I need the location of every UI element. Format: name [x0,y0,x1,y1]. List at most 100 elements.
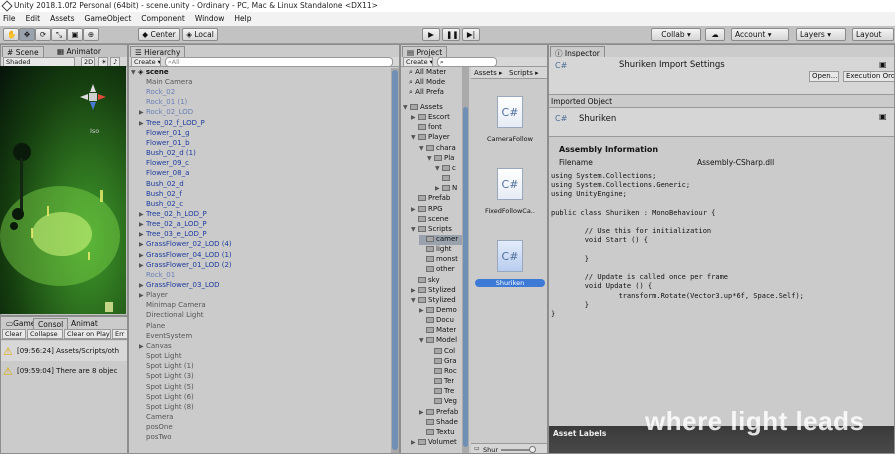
hierarchy-item[interactable]: ▶ GrassFlower_03_LOD [139,281,220,291]
project-tree-scrollbar-thumb[interactable] [463,107,468,447]
move-tool-button[interactable]: ✥ [19,28,35,41]
hierarchy-item[interactable]: ▶ GrassFlower_02_LOD (4) [139,240,232,250]
chevron-down-icon[interactable]: ▼ [403,104,410,111]
project-folder[interactable]: sky [411,276,440,286]
breadcrumb-assets[interactable]: Assets ▸ [474,69,503,77]
hierarchy-item[interactable]: ▶ Rock_02_LOD [139,108,193,118]
favorite-all-prefabs[interactable]: ⌕ All Prefa [409,88,444,98]
hierarchy-item[interactable]: EventSystem [139,332,192,342]
chevron-right-icon[interactable]: ▶ [139,252,146,259]
hierarchy-item[interactable]: posOne [139,423,173,433]
project-folder[interactable]: Col [427,347,455,357]
project-folder[interactable]: Docu [419,316,454,326]
rect-tool-button[interactable]: ▣ [67,28,83,41]
chevron-down-icon[interactable]: ▼ [411,134,418,141]
pivot-local-button[interactable]: ◈ Local [182,28,218,41]
project-create-button[interactable]: Create ▾ [403,57,433,67]
chevron-down-icon[interactable]: ▼ [435,165,442,172]
collab-button[interactable]: Collab ▾ [651,28,701,41]
hierarchy-item[interactable]: posTwo [139,433,172,443]
hierarchy-item[interactable]: Flower_09_c [139,159,189,169]
project-file-label[interactable]: FixedFollowCa.. [475,207,545,215]
favorite-all-materials[interactable]: ⌕ All Mater [409,68,446,78]
menu-window[interactable]: Window [195,14,225,26]
project-folder[interactable]: ▼ Stylized [411,296,456,306]
project-folder[interactable]: scene [411,215,449,225]
chevron-right-icon[interactable]: ▶ [411,439,418,446]
hierarchy-item[interactable]: ▶ Tree_03_e_LOD_P [139,230,207,240]
scale-tool-button[interactable]: ⤡ [51,28,67,41]
hierarchy-create-button[interactable]: Create ▾ [131,57,161,67]
project-folder[interactable]: ▼ chara [419,144,456,154]
hierarchy-item[interactable]: ▶ GrassFlower_01_LOD (2) [139,261,232,271]
hierarchy-item[interactable]: Spot Light [139,352,182,362]
scene-root[interactable]: ▼ ◈ scene [131,68,169,78]
hierarchy-item[interactable]: Spot Light (1) [139,362,194,372]
project-folder[interactable]: ▶ Demo [419,306,457,316]
chevron-right-icon[interactable]: ▶ [139,109,146,116]
hierarchy-item[interactable]: Minimap Camera [139,301,206,311]
console-message-row[interactable]: ⚠ [09:56:24] Assets/Scripts/oth [1,341,127,361]
tab-console[interactable]: Consol [33,318,69,329]
hierarchy-item[interactable]: Bush_02_f [139,190,182,200]
transform-tool-button[interactable]: ⊕ [83,28,99,41]
collapse-button[interactable]: Collapse [27,329,63,339]
project-folder[interactable]: Textu [419,428,455,438]
csharp-file-icon[interactable]: C# [497,96,523,128]
hierarchy-item[interactable]: Flower_01_b [139,139,190,149]
project-folder[interactable]: ▼ Scripts [411,225,452,235]
scene-gizmo[interactable] [78,82,108,112]
hierarchy-item[interactable]: ▶ Player [139,291,168,301]
project-folder[interactable]: ▶ RPG [411,205,443,215]
tab-inspector[interactable]: ⓘ Inspector [550,46,605,58]
tab-hierarchy[interactable]: ☰ Hierarchy [130,46,186,57]
project-folder[interactable]: Tre [427,387,454,397]
chevron-right-icon[interactable]: ▶ [139,241,146,248]
layers-dropdown[interactable]: Layers ▾ [796,28,846,41]
help-icon[interactable]: ▣ [879,60,887,69]
hierarchy-item[interactable]: Spot Light (3) [139,372,194,382]
chevron-right-icon[interactable]: ▶ [419,307,426,314]
hierarchy-item[interactable]: Rock_01 (1) [139,98,187,108]
tab-animation[interactable]: Animat [67,318,102,329]
icon-size-slider-handle[interactable] [529,446,536,453]
hierarchy-item[interactable]: Bush_02_c [139,200,183,210]
menu-file[interactable]: File [3,14,16,26]
chevron-right-icon[interactable]: ▶ [139,221,146,228]
menu-component[interactable]: Component [141,14,185,26]
chevron-down-icon[interactable]: ▼ [411,226,418,233]
project-folder[interactable]: Roc [427,367,457,377]
chevron-right-icon[interactable]: ▶ [139,262,146,269]
project-folder[interactable]: Shade [419,418,458,428]
favorite-all-models[interactable]: ⌕ All Mode [409,78,445,88]
pivot-center-button[interactable]: ◆ Center [138,28,180,41]
chevron-right-icon[interactable]: ▶ [411,287,418,294]
project-folder[interactable]: ▼ Model [419,336,457,346]
project-folder[interactable]: light [419,245,452,255]
clear-button[interactable]: Clear [2,329,26,339]
project-folder[interactable]: Mater [419,326,456,336]
project-folder[interactable] [435,174,452,184]
hierarchy-search-input[interactable]: ⌕All [165,57,393,67]
hierarchy-scrollbar[interactable] [391,68,399,453]
project-tree-scrollbar[interactable] [462,67,469,453]
menu-gameobject[interactable]: GameObject [85,14,132,26]
hierarchy-item[interactable]: Rock_01 [139,271,175,281]
chevron-right-icon[interactable]: ▶ [435,185,442,192]
chevron-right-icon[interactable]: ▶ [411,114,418,121]
chevron-right-icon[interactable]: ▶ [139,211,146,218]
chevron-right-icon[interactable]: ▶ [139,120,146,127]
hierarchy-item[interactable]: ▶ Canvas [139,342,172,352]
hierarchy-item[interactable]: Main Camera [139,78,192,88]
project-folder[interactable]: ▼ Pla [427,154,454,164]
menu-edit[interactable]: Edit [26,14,41,26]
scene-viewport[interactable]: Iso [0,66,126,314]
chevron-down-icon[interactable]: ▼ [419,145,426,152]
hierarchy-item[interactable]: Directional Light [139,311,204,321]
hierarchy-item[interactable]: Flower_08_a [139,169,189,179]
project-folder[interactable]: camer [419,234,463,245]
help-icon[interactable]: ▣ [879,112,887,121]
project-folder[interactable]: ▶ Escort [411,113,450,123]
menu-help[interactable]: Help [234,14,251,26]
pause-button[interactable]: ❚❚ [442,28,460,41]
